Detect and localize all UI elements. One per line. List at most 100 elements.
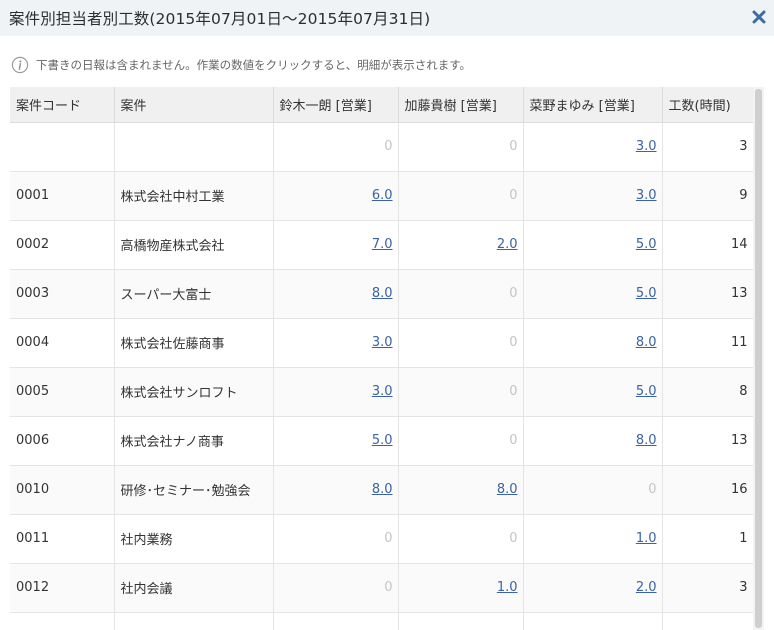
close-icon[interactable]: [751, 9, 767, 25]
cell-project-code-text: 0006: [16, 433, 50, 448]
cell-project-code: 0010: [10, 465, 115, 515]
cell-person-1-hours: 8.0: [273, 269, 399, 319]
hours-table: 案件コード 案件 鈴木一朗 [営業] 加藤貴樹 [営業] 菜野まゆみ [営業] …: [10, 87, 753, 630]
notice-text: 下書きの日報は含まれません。作業の数値をクリックすると、明細が表示されます。: [36, 58, 472, 72]
cell-project-code: 0003: [10, 269, 115, 319]
hours-link[interactable]: 8.0: [372, 482, 393, 497]
cell-project-code-text: 0001: [16, 188, 50, 203]
hours-link[interactable]: 5.0: [636, 286, 657, 301]
cell-person-3-hours: 5.0: [523, 269, 663, 319]
notice: 下書きの日報は含まれません。作業の数値をクリックすると、明細が表示されます。: [11, 56, 471, 74]
table-scrollbar[interactable]: [753, 87, 764, 630]
cell-project-name: 高橋物産株式会社: [114, 220, 274, 270]
cell-project-code: [10, 612, 115, 630]
cell-person-2-hours: 1.0: [398, 563, 524, 613]
cell-person-3-hours: 5.0: [523, 367, 663, 417]
hours-zero: 0: [509, 139, 518, 154]
cell-person-2-hours: 0: [398, 171, 524, 221]
cell-person-1-hours: 8.0: [273, 465, 399, 515]
cell-total-hours-text: 13: [730, 433, 748, 448]
header-person-3: 菜野まゆみ [営業]: [523, 87, 663, 123]
hours-link[interactable]: 8.0: [372, 286, 393, 301]
cell-person-3-hours: 8.0: [523, 416, 663, 466]
cell-person-2-hours: [398, 612, 524, 630]
hours-zero: 0: [509, 384, 518, 399]
cell-total-hours-text: 8: [739, 384, 748, 399]
cell-project-code-text: 0002: [16, 237, 50, 252]
hours-link[interactable]: 5.0: [372, 433, 393, 448]
table-row: 0010 研修･セミナー･勉強会 8.0 8.0 0 16: [10, 465, 753, 515]
cell-total-hours: 11: [662, 318, 753, 368]
hours-link[interactable]: 5.0: [636, 384, 657, 399]
dialog-header: 案件別担当者別工数(2015年07月01日～2015年07月31日): [0, 0, 774, 36]
hours-zero: 0: [509, 433, 518, 448]
cell-project-code-text: 0011: [16, 531, 50, 546]
table-row: 0011 社内業務 0 0 1.0 1: [10, 514, 753, 564]
header-person-1: 鈴木一朗 [営業]: [273, 87, 399, 123]
hours-link[interactable]: 8.0: [636, 335, 657, 350]
info-icon: [11, 56, 29, 74]
cell-project-name-text: スーパー大富士: [120, 288, 212, 303]
cell-total-hours: [662, 612, 753, 630]
cell-project-name: 社内業務: [114, 514, 274, 564]
cell-total-hours: 13: [662, 269, 753, 319]
hours-link[interactable]: 8.0: [636, 433, 657, 448]
table-row: 0012 社内会議 0 1.0 2.0 3: [10, 563, 753, 613]
cell-person-2-hours: 0: [398, 318, 524, 368]
hours-link[interactable]: 3.0: [636, 139, 657, 154]
cell-person-2-hours: 0: [398, 514, 524, 564]
hours-link[interactable]: 3.0: [372, 384, 393, 399]
hours-link[interactable]: 7.0: [372, 237, 393, 252]
cell-total-hours: 3: [662, 122, 753, 172]
cell-project-code: 0012: [10, 563, 115, 613]
cell-person-1-hours: 7.0: [273, 220, 399, 270]
hours-link[interactable]: 5.0: [636, 237, 657, 252]
cell-project-name: 研修･セミナー･勉強会: [114, 465, 274, 515]
cell-total-hours: 1: [662, 514, 753, 564]
table-row: 0003 スーパー大富士 8.0 0 5.0 13: [10, 269, 753, 319]
cell-total-hours-text: 14: [730, 237, 748, 252]
cell-person-1-hours: 3.0: [273, 318, 399, 368]
hours-link[interactable]: 1.0: [497, 580, 518, 595]
cell-project-code-text: 0004: [16, 335, 50, 350]
cell-project-code: 0006: [10, 416, 115, 466]
cell-person-3-hours: 1.0: [523, 514, 663, 564]
cell-total-hours: 16: [662, 465, 753, 515]
cell-project-code: 0011: [10, 514, 115, 564]
cell-person-1-hours: 5.0: [273, 416, 399, 466]
hours-link[interactable]: 2.0: [497, 237, 518, 252]
cell-person-1-hours: 0: [273, 563, 399, 613]
cell-person-2-hours: 0: [398, 367, 524, 417]
hours-link[interactable]: 1.0: [636, 531, 657, 546]
hours-link[interactable]: 6.0: [372, 188, 393, 203]
cell-person-1-hours: 0: [273, 122, 399, 172]
cell-person-2-hours: 0: [398, 122, 524, 172]
table-row: [10, 612, 753, 630]
cell-project-name-text: 株式会社中村工業: [120, 190, 225, 205]
cell-project-name: [114, 122, 274, 172]
cell-total-hours-text: 3: [739, 139, 748, 154]
cell-total-hours: 9: [662, 171, 753, 221]
header-project: 案件: [114, 87, 274, 123]
hours-link[interactable]: 2.0: [636, 580, 657, 595]
cell-person-2-hours: 8.0: [398, 465, 524, 515]
cell-project-code: 0001: [10, 171, 115, 221]
hours-link[interactable]: 3.0: [636, 188, 657, 203]
cell-person-1-hours: 6.0: [273, 171, 399, 221]
cell-total-hours-text: 13: [730, 286, 748, 301]
cell-project-name-text: 株式会社ナノ商事: [120, 435, 224, 450]
hours-link[interactable]: 3.0: [372, 335, 393, 350]
hours-zero: 0: [384, 531, 393, 546]
hours-zero: 0: [509, 531, 518, 546]
table-row: 0001 株式会社中村工業 6.0 0 3.0 9: [10, 171, 753, 221]
scrollbar-thumb[interactable]: [755, 89, 762, 628]
cell-total-hours: 13: [662, 416, 753, 466]
hours-link[interactable]: 8.0: [497, 482, 518, 497]
cell-person-3-hours: 8.0: [523, 318, 663, 368]
cell-project-name: 社内会議: [114, 563, 274, 613]
cell-project-name-text: 社内会議: [120, 582, 173, 597]
cell-person-3-hours: 3.0: [523, 122, 663, 172]
cell-project-name-text: 社内業務: [120, 533, 173, 548]
cell-project-name: 株式会社サンロフト: [114, 367, 274, 417]
cell-project-code: 0002: [10, 220, 115, 270]
